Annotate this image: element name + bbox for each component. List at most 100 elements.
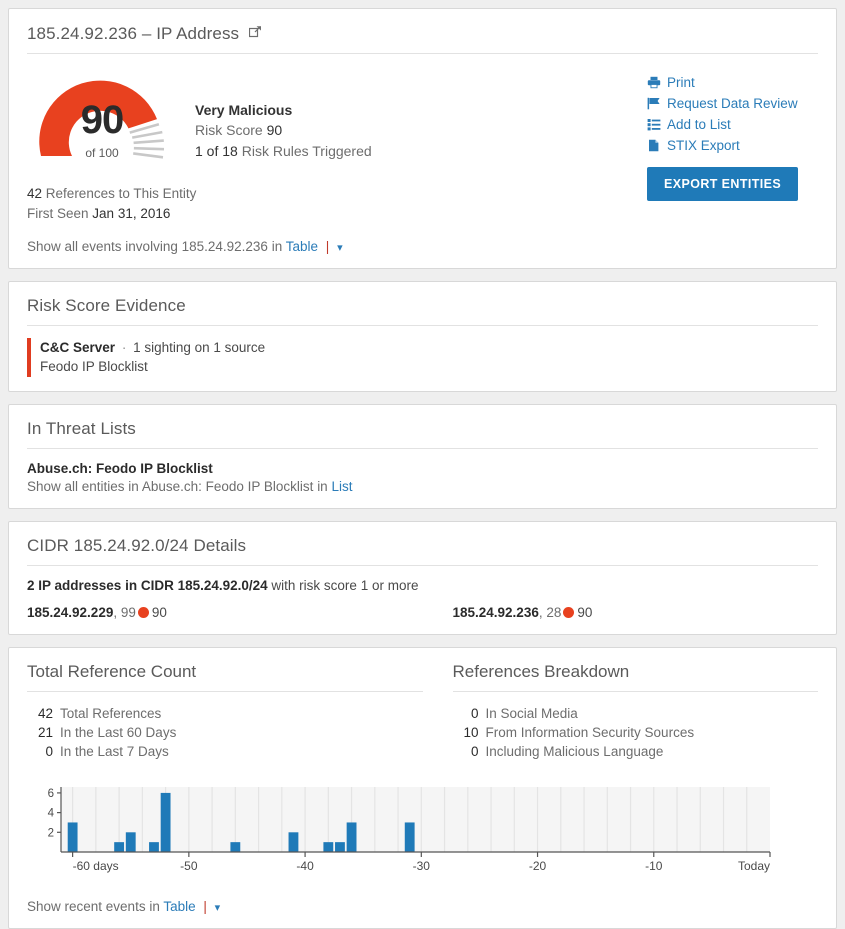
show-recent-prefix: Show recent events in bbox=[27, 899, 160, 915]
cidr-entry-comma: , bbox=[113, 604, 118, 620]
show-recent-events-row: Show recent events in Table | ▾ bbox=[27, 899, 818, 914]
cidr-entry-count: 28 bbox=[546, 604, 562, 620]
stat-value: 10 bbox=[463, 724, 479, 740]
chart-x-tick-label: -40 bbox=[296, 859, 314, 873]
reference-count-value: 42 bbox=[27, 186, 43, 201]
risk-evidence-source: Feodo IP Blocklist bbox=[40, 359, 148, 375]
threat-list-link[interactable]: List bbox=[331, 479, 352, 494]
chart-gridline bbox=[490, 787, 492, 853]
chart-bar bbox=[67, 822, 78, 853]
risk-evidence-headline: C&C Server · 1 sighting on 1 source bbox=[40, 338, 818, 358]
chart-gridline bbox=[583, 787, 585, 853]
show-all-events-row: Show all events involving 185.24.92.236 … bbox=[27, 239, 647, 254]
chart-gridline bbox=[420, 787, 422, 853]
stat-value: 0 bbox=[470, 705, 479, 721]
chart-gridline bbox=[699, 787, 701, 853]
risk-summary: Very Malicious Risk Score 90 1 of 18 Ris… bbox=[177, 70, 372, 161]
stat-value: 0 bbox=[470, 743, 479, 759]
cidr-entry-count: 99 bbox=[120, 604, 136, 620]
chart-gridline bbox=[536, 787, 539, 853]
chart-gridline bbox=[629, 787, 632, 853]
printer-icon bbox=[647, 76, 667, 89]
risk-rules-label: Risk Rules Triggered bbox=[241, 142, 372, 159]
references-breakdown-column: References Breakdown 0 In Social Media 1… bbox=[423, 648, 819, 761]
action-print[interactable]: Print bbox=[647, 75, 818, 90]
stat-row: 0 Including Malicious Language bbox=[453, 742, 819, 761]
action-add-to-list-label[interactable]: Add to List bbox=[667, 117, 731, 132]
cidr-entry-comma: , bbox=[538, 604, 543, 620]
show-recent-table-link[interactable]: Table bbox=[163, 899, 195, 914]
chart-x-tick-label: -60 days bbox=[73, 859, 119, 873]
header-body: 90 of 100 Very Malicious Risk Score 90 1… bbox=[27, 66, 818, 254]
stat-label: Total References bbox=[60, 705, 162, 721]
chart-gridline bbox=[281, 787, 283, 853]
risk-evidence-item: C&C Server · 1 sighting on 1 source Feod… bbox=[27, 337, 818, 377]
chart-gridline bbox=[188, 787, 190, 853]
threat-list-show-row: Show all entities in Abuse.ch: Feodo IP … bbox=[27, 479, 818, 494]
stat-label: In the Last 60 Days bbox=[60, 724, 177, 740]
chart-x-tick-label: -10 bbox=[645, 859, 663, 873]
flag-icon bbox=[647, 97, 667, 110]
action-print-label[interactable]: Print bbox=[667, 75, 695, 90]
chart-gridline bbox=[676, 787, 678, 853]
entity-type: IP Address bbox=[156, 24, 240, 43]
risk-score-label: Risk Score bbox=[195, 122, 263, 139]
action-request-data-review-label[interactable]: Request Data Review bbox=[667, 96, 798, 111]
chevron-down-icon[interactable]: ▾ bbox=[215, 902, 221, 914]
stat-value: 42 bbox=[37, 705, 53, 721]
threat-list-show-in: in bbox=[317, 478, 328, 494]
chart-gridline bbox=[560, 787, 562, 853]
stat-label: From Information Security Sources bbox=[485, 724, 695, 740]
reference-count-card: Total Reference Count 42 Total Reference… bbox=[8, 646, 837, 929]
threat-list-show-name: Abuse.ch: Feodo IP Blocklist bbox=[141, 478, 314, 494]
chart-gridline bbox=[257, 787, 260, 853]
list-icon bbox=[647, 118, 667, 131]
stat-label: Including Malicious Language bbox=[485, 743, 664, 759]
entity-name: 185.24.92.236 bbox=[27, 24, 138, 43]
chart-bar bbox=[404, 822, 415, 853]
export-entities-button[interactable]: EXPORT ENTITIES bbox=[647, 167, 799, 201]
page-title: 185.24.92.236 – IP Address bbox=[27, 9, 818, 54]
risk-evidence-rule-name: C&C Server bbox=[40, 339, 116, 355]
threat-lists-title: In Threat Lists bbox=[27, 405, 818, 449]
chart-bar bbox=[125, 832, 136, 853]
cidr-entry-grid: 185.24.92.229, 99 90 185.24.92.236, 28 90 bbox=[27, 605, 818, 620]
cidr-entry-score: 90 bbox=[577, 604, 593, 620]
stat-row: 42 Total References bbox=[27, 704, 423, 723]
stat-row: 21 In the Last 60 Days bbox=[27, 723, 423, 742]
cidr-entry-score: 90 bbox=[151, 604, 167, 620]
show-all-prefix: Show all events involving bbox=[27, 238, 178, 254]
external-link-icon[interactable] bbox=[248, 23, 262, 42]
show-all-in: in bbox=[271, 238, 283, 254]
total-reference-count-column: Total Reference Count 42 Total Reference… bbox=[27, 648, 423, 761]
cidr-entry-ip[interactable]: 185.24.92.236 bbox=[453, 605, 539, 620]
page-root: 185.24.92.236 – IP Address 90 of 100 Ver… bbox=[0, 0, 845, 929]
stat-label: In Social Media bbox=[485, 705, 578, 721]
chevron-down-icon[interactable]: ▾ bbox=[337, 242, 343, 254]
threat-list-show-prefix: Show all entities in bbox=[27, 478, 139, 494]
action-add-to-list[interactable]: Add to List bbox=[647, 117, 818, 132]
action-stix-export[interactable]: STIX Export bbox=[647, 138, 818, 153]
chart-x-tick-label: -30 bbox=[413, 859, 431, 873]
show-all-table-link[interactable]: Table bbox=[286, 239, 318, 254]
chart-x-tick-label: Today bbox=[738, 859, 770, 873]
action-request-data-review[interactable]: Request Data Review bbox=[647, 96, 818, 111]
reference-count-label: References to This Entity bbox=[45, 186, 197, 201]
cidr-entry-ip[interactable]: 185.24.92.229 bbox=[27, 605, 113, 620]
chart-bar bbox=[335, 842, 345, 853]
chart-gridline bbox=[141, 787, 143, 853]
threat-lists-card: In Threat Lists Abuse.ch: Feodo IP Block… bbox=[8, 403, 837, 509]
chart-bar bbox=[323, 842, 334, 853]
chart-bar bbox=[230, 842, 241, 853]
action-stix-export-label[interactable]: STIX Export bbox=[667, 138, 740, 153]
risk-evidence-detail: 1 sighting on 1 source bbox=[133, 339, 266, 355]
chart-gridline bbox=[95, 787, 97, 853]
reference-timeline-chart: 2 4 6 -60 days -50 -40 -30 -20 -10 Today bbox=[27, 783, 818, 883]
chart-gridline bbox=[374, 787, 376, 853]
cidr-details-card: CIDR 185.24.92.0/24 Details 2 IP address… bbox=[8, 520, 837, 635]
chart-gridline bbox=[397, 787, 399, 853]
chart-bar bbox=[114, 842, 125, 853]
first-seen-value: Jan 31, 2016 bbox=[92, 206, 171, 222]
chart-y-tick-label: 2 bbox=[48, 827, 54, 839]
cidr-details-title: CIDR 185.24.92.0/24 Details bbox=[27, 522, 818, 566]
